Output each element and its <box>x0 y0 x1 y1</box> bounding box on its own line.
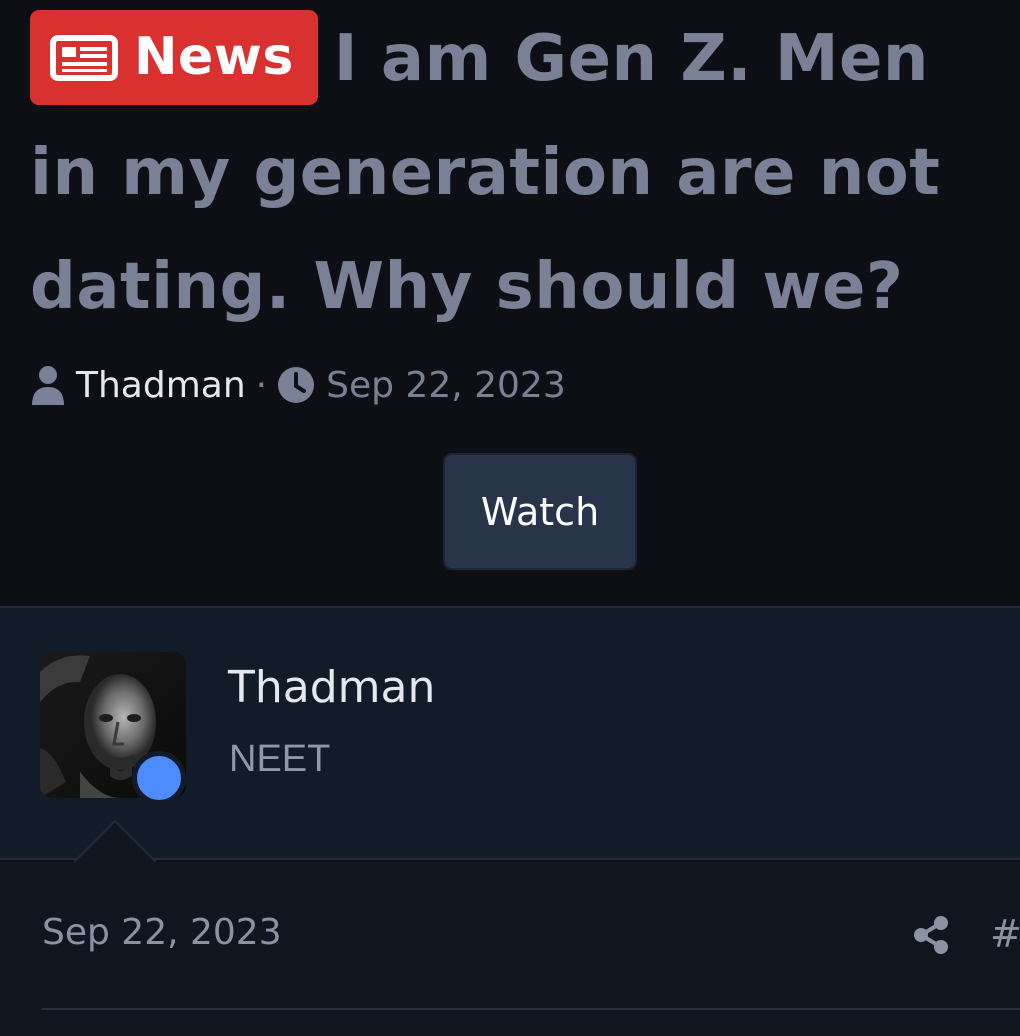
clock-icon <box>278 367 315 403</box>
post-user-title: NEET <box>229 738 331 780</box>
thread-header: News I am Gen Z. Men in my generation ar… <box>0 0 1020 606</box>
watch-button[interactable]: Watch <box>443 453 637 570</box>
meta-separator: · <box>255 364 268 406</box>
prefix-label: News <box>134 27 294 87</box>
share-icon[interactable] <box>912 915 950 955</box>
thread-title: News I am Gen Z. Men in my generation ar… <box>30 2 1020 344</box>
user-block-arrow <box>74 819 156 863</box>
thread-date[interactable]: Sep 22, 2023 <box>326 365 566 406</box>
online-status-indicator <box>132 751 186 805</box>
thread-author-link[interactable]: Thadman <box>76 365 246 406</box>
user-icon <box>32 366 64 405</box>
post-date[interactable]: Sep 22, 2023 <box>42 912 282 953</box>
post-body: Sep 22, 2023 # <box>0 862 1020 1036</box>
post-permalink[interactable]: # <box>990 912 1020 956</box>
post-divider <box>42 1008 1020 1010</box>
thread-page: News I am Gen Z. Men in my generation ar… <box>0 0 1020 1036</box>
post-username[interactable]: Thadman <box>228 662 435 713</box>
prefix-badge-news[interactable]: News <box>30 10 318 105</box>
thread-meta: Thadman · Sep 22, 2023 <box>30 360 566 410</box>
newspaper-icon <box>50 34 118 81</box>
